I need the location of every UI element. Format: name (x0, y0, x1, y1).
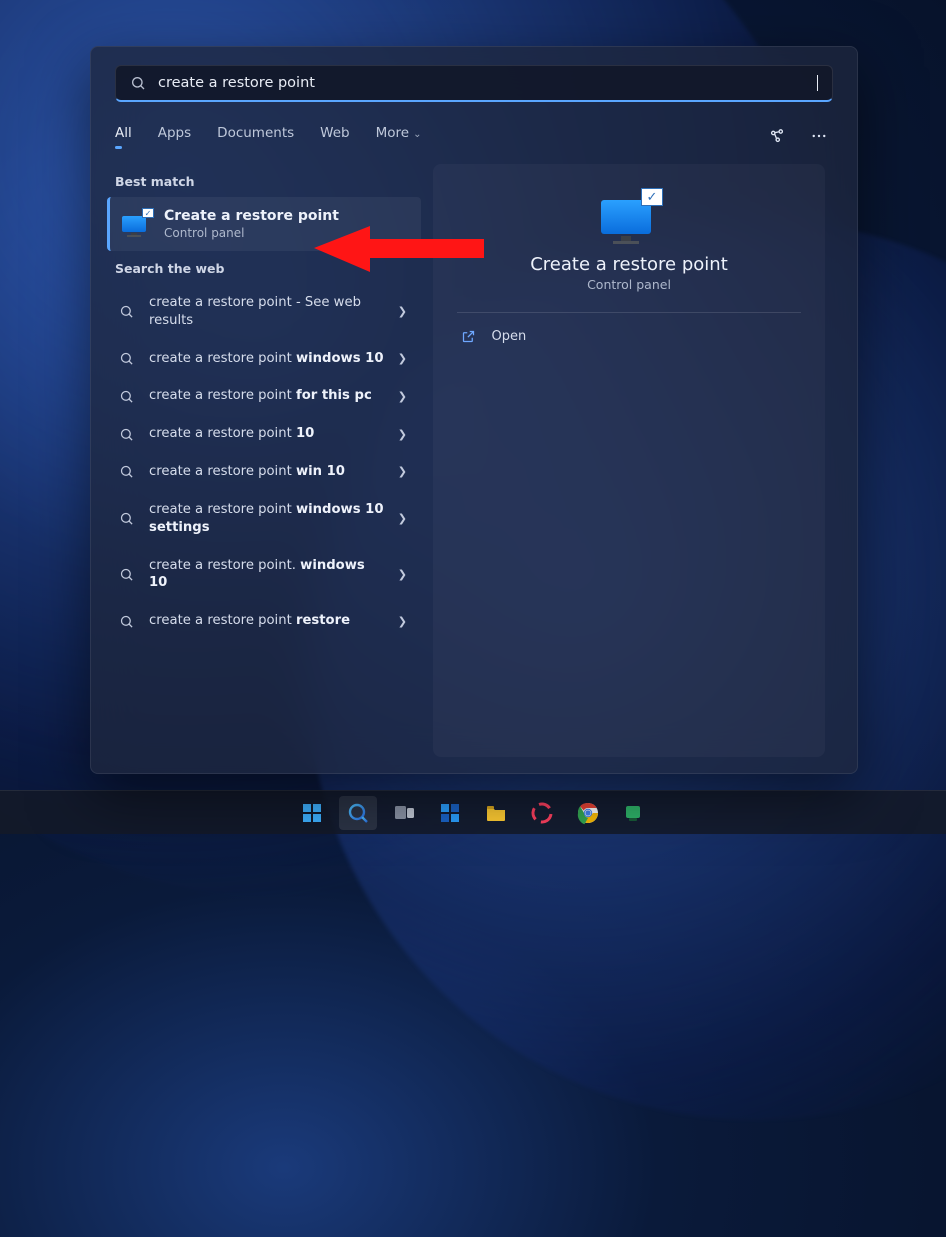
divider (457, 312, 802, 313)
web-result-text: create a restore point. windows 10 (149, 557, 384, 593)
search-icon (117, 511, 135, 526)
taskbar-app-green[interactable] (615, 796, 653, 830)
filter-tab-documents[interactable]: Documents (217, 125, 294, 147)
chevron-right-icon: ❯ (398, 512, 411, 525)
web-result-5[interactable]: create a restore point windows 10 settin… (107, 491, 421, 547)
taskbar-widgets-button[interactable] (431, 796, 469, 830)
chevron-right-icon: ❯ (398, 568, 411, 581)
web-result-6[interactable]: create a restore point. windows 10 ❯ (107, 547, 421, 603)
text-caret (817, 75, 818, 91)
chevron-down-icon: ⌄ (413, 129, 421, 140)
start-search-panel: create a restore point All Apps Document… (90, 46, 858, 774)
search-icon (117, 351, 135, 366)
filter-bar: All Apps Documents Web More⌄ (91, 110, 857, 154)
search-box[interactable]: create a restore point (115, 65, 833, 102)
web-result-text: create a restore point - See web results (149, 294, 384, 330)
taskbar-file-explorer-button[interactable] (477, 796, 515, 830)
web-result-text: create a restore point windows 10 (149, 350, 384, 368)
chevron-right-icon: ❯ (398, 428, 411, 441)
filter-tabs: All Apps Documents Web More⌄ (115, 125, 421, 147)
taskbar (0, 790, 946, 834)
web-result-1[interactable]: create a restore point windows 10 ❯ (107, 340, 421, 378)
search-input[interactable]: create a restore point (158, 75, 817, 91)
web-result-0[interactable]: create a restore point - See web results… (107, 284, 421, 340)
web-result-4[interactable]: create a restore point win 10 ❯ (107, 453, 421, 491)
search-icon (117, 389, 135, 404)
share-icon[interactable] (763, 122, 791, 150)
search-icon (117, 567, 135, 582)
preview-pane: ✓ Create a restore point Control panel O… (433, 164, 825, 757)
search-web-label: Search the web (107, 251, 421, 284)
web-result-text: create a restore point win 10 (149, 463, 384, 481)
best-match-result[interactable]: ✓ Create a restore point Control panel (107, 197, 421, 251)
web-result-2[interactable]: create a restore point for this pc ❯ (107, 377, 421, 415)
web-result-text: create a restore point 10 (149, 425, 384, 443)
restore-point-icon: ✓ (122, 212, 150, 236)
web-result-text: create a restore point windows 10 settin… (149, 501, 384, 537)
filter-tab-web[interactable]: Web (320, 125, 349, 147)
preview-restore-point-icon: ✓ (601, 192, 657, 242)
preview-action-open-label: Open (492, 329, 527, 344)
search-box-container: create a restore point (91, 47, 857, 110)
filter-tab-apps[interactable]: Apps (158, 125, 191, 147)
web-result-7[interactable]: create a restore point restore ❯ (107, 602, 421, 640)
chevron-right-icon: ❯ (398, 305, 411, 318)
preview-title: Create a restore point (530, 254, 728, 275)
chevron-right-icon: ❯ (398, 390, 411, 403)
search-icon (117, 427, 135, 442)
taskbar-chrome-button[interactable] (569, 796, 607, 830)
web-result-text: create a restore point restore (149, 612, 384, 630)
filter-tab-all[interactable]: All (115, 125, 132, 147)
preview-action-open[interactable]: Open (457, 319, 802, 354)
more-options-icon[interactable] (805, 122, 833, 150)
chevron-right-icon: ❯ (398, 465, 411, 478)
best-match-label: Best match (107, 164, 421, 197)
web-result-text: create a restore point for this pc (149, 387, 384, 405)
taskbar-start-button[interactable] (293, 796, 331, 830)
taskbar-search-button[interactable] (339, 796, 377, 830)
taskbar-app-circle[interactable] (523, 796, 561, 830)
taskbar-task-view-button[interactable] (385, 796, 423, 830)
web-result-3[interactable]: create a restore point 10 ❯ (107, 415, 421, 453)
results-column: Best match ✓ Create a restore point Cont… (91, 164, 421, 757)
chevron-right-icon: ❯ (398, 615, 411, 628)
open-external-icon (461, 329, 476, 344)
search-icon (130, 75, 146, 91)
best-match-subtitle: Control panel (164, 226, 339, 240)
search-icon (117, 464, 135, 479)
chevron-right-icon: ❯ (398, 352, 411, 365)
search-icon (117, 614, 135, 629)
filter-tab-more[interactable]: More⌄ (376, 125, 422, 147)
search-icon (117, 304, 135, 319)
best-match-title: Create a restore point (164, 208, 339, 224)
preview-subtitle: Control panel (587, 277, 671, 292)
